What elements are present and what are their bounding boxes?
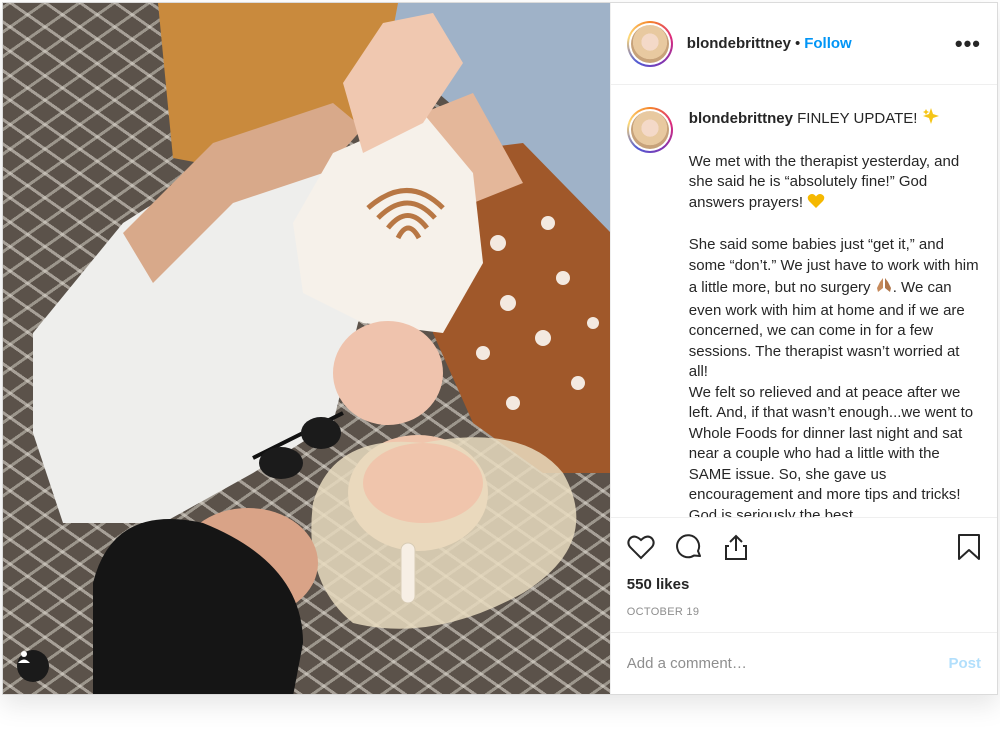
caption-lead: FINLEY UPDATE!: [797, 110, 918, 127]
caption-lead-line: blondebrittney FINLEY UPDATE!: [689, 107, 979, 132]
share-button[interactable]: [723, 527, 763, 567]
action-bar: [627, 518, 981, 576]
comment-icon: [675, 534, 701, 559]
comment-input[interactable]: [626, 655, 949, 672]
post-side-panel: blondebrittney • Follow ••• blondebrittn…: [609, 3, 997, 694]
share-icon: [724, 534, 747, 560]
caption-paragraph-2: She said some babies just “get it,” and …: [688, 236, 979, 380]
heart-icon: [627, 535, 655, 560]
avatar-image: [630, 24, 669, 63]
post-date[interactable]: OCTOBER 19: [627, 602, 981, 632]
comment-form: Post: [610, 632, 997, 694]
post-card: blondebrittney • Follow ••• blondebrittn…: [2, 2, 998, 695]
caption-paragraph-3: We felt so relieved and at peace after w…: [688, 383, 974, 518]
photo-illustration: [33, 3, 610, 694]
post-actions-section: 550 likes OCTOBER 19: [610, 517, 997, 632]
caption-scroll-area[interactable]: blondebrittney FINLEY UPDATE! We met wit…: [611, 85, 997, 517]
praying-hands-emoji: [875, 276, 893, 301]
post-comment-button[interactable]: Post: [948, 655, 981, 672]
post-photo[interactable]: [3, 3, 610, 694]
sparkles-emoji: [922, 107, 940, 132]
post-header: blondebrittney • Follow •••: [610, 3, 997, 85]
comment-button[interactable]: [675, 527, 715, 567]
caption-username[interactable]: blondebrittney: [689, 110, 793, 127]
more-options-icon[interactable]: •••: [955, 32, 981, 55]
person-icon: [18, 651, 30, 663]
caption-avatar[interactable]: [626, 107, 673, 153]
profile-avatar[interactable]: [626, 20, 673, 67]
save-button[interactable]: [941, 527, 981, 567]
user-tag-icon[interactable]: [17, 650, 49, 682]
bookmark-icon: [958, 534, 980, 560]
avatar-image: [630, 111, 669, 149]
header-username[interactable]: blondebrittney: [687, 35, 791, 52]
like-button[interactable]: [627, 527, 667, 567]
likes-count[interactable]: 550 likes: [627, 576, 981, 600]
header-separator: •: [794, 35, 801, 52]
caption-paragraph-1: We met with the therapist yesterday, and…: [689, 152, 979, 216]
follow-button[interactable]: Follow: [804, 35, 852, 52]
yellow-heart-emoji: [807, 193, 825, 216]
caption-text: blondebrittney FINLEY UPDATE! We met wit…: [689, 107, 979, 517]
